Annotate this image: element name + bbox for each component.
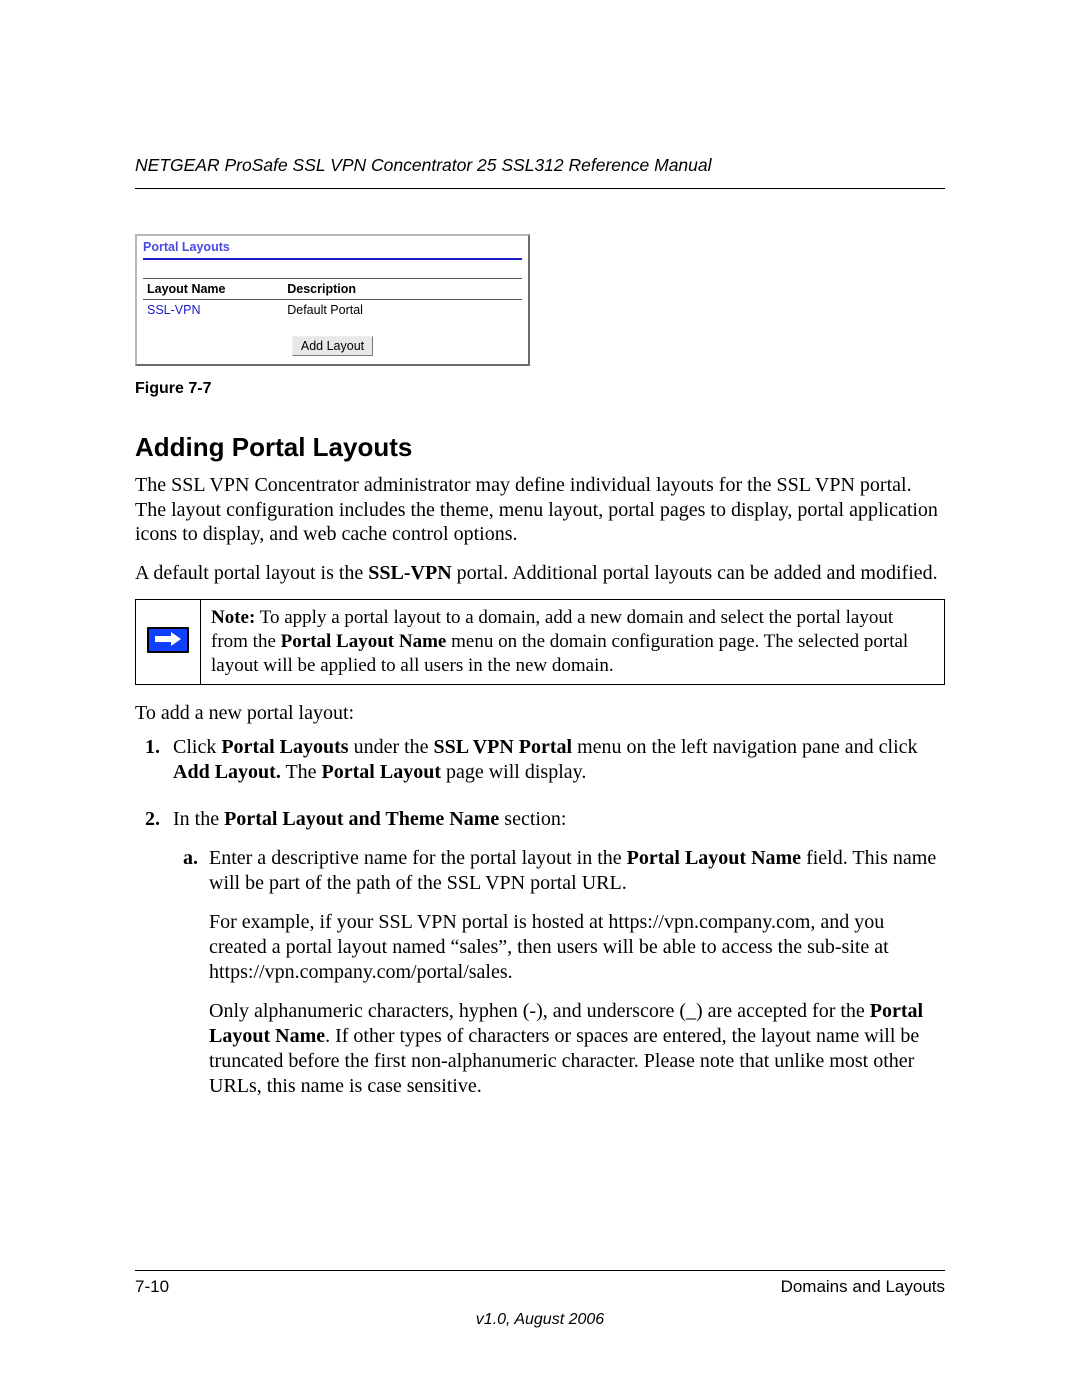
list-intro: To add a new portal layout:	[135, 701, 945, 726]
note-box: Note: To apply a portal layout to a doma…	[135, 599, 945, 684]
running-header: NETGEAR ProSafe SSL VPN Concentrator 25 …	[135, 155, 945, 189]
figure-portal-layouts-panel: Portal Layouts Layout Name Description S…	[135, 234, 530, 366]
add-layout-button[interactable]: Add Layout	[292, 336, 373, 356]
table-row: SSL-VPN Default Portal	[143, 300, 522, 321]
note-icon-cell	[136, 600, 201, 684]
section-heading: Adding Portal Layouts	[135, 432, 945, 463]
col-header-name: Layout Name	[143, 279, 283, 300]
step-1: Click Portal Layouts under the SSL VPN P…	[165, 735, 945, 785]
footer-chapter: Domains and Layouts	[781, 1277, 945, 1297]
steps-list: Click Portal Layouts under the SSL VPN P…	[135, 735, 945, 1099]
para-intro-2: A default portal layout is the SSL-VPN p…	[135, 561, 945, 586]
substep-a-para3: Only alphanumeric characters, hyphen (-)…	[209, 999, 945, 1099]
figure-caption: Figure 7-7	[135, 380, 945, 398]
substep-a: Enter a descriptive name for the portal …	[203, 846, 945, 1099]
footer-page-number: 7-10	[135, 1277, 169, 1297]
note-text: Note: To apply a portal layout to a doma…	[201, 600, 945, 684]
footer-version: v1.0, August 2006	[135, 1311, 945, 1329]
panel-title: Portal Layouts	[143, 238, 522, 260]
step-2: In the Portal Layout and Theme Name sect…	[165, 807, 945, 1099]
page-footer: 7-10 Domains and Layouts v1.0, August 20…	[135, 1270, 945, 1329]
layout-link-sslvpn[interactable]: SSL-VPN	[147, 303, 201, 317]
col-header-desc: Description	[283, 279, 496, 300]
arrow-right-icon	[147, 627, 189, 653]
para-intro-1: The SSL VPN Concentrator administrator m…	[135, 473, 945, 547]
layouts-table: Layout Name Description SSL-VPN Default …	[143, 278, 522, 320]
layout-desc: Default Portal	[283, 300, 496, 321]
substeps-list: Enter a descriptive name for the portal …	[173, 846, 945, 1099]
substep-a-para2: For example, if your SSL VPN portal is h…	[209, 910, 945, 985]
